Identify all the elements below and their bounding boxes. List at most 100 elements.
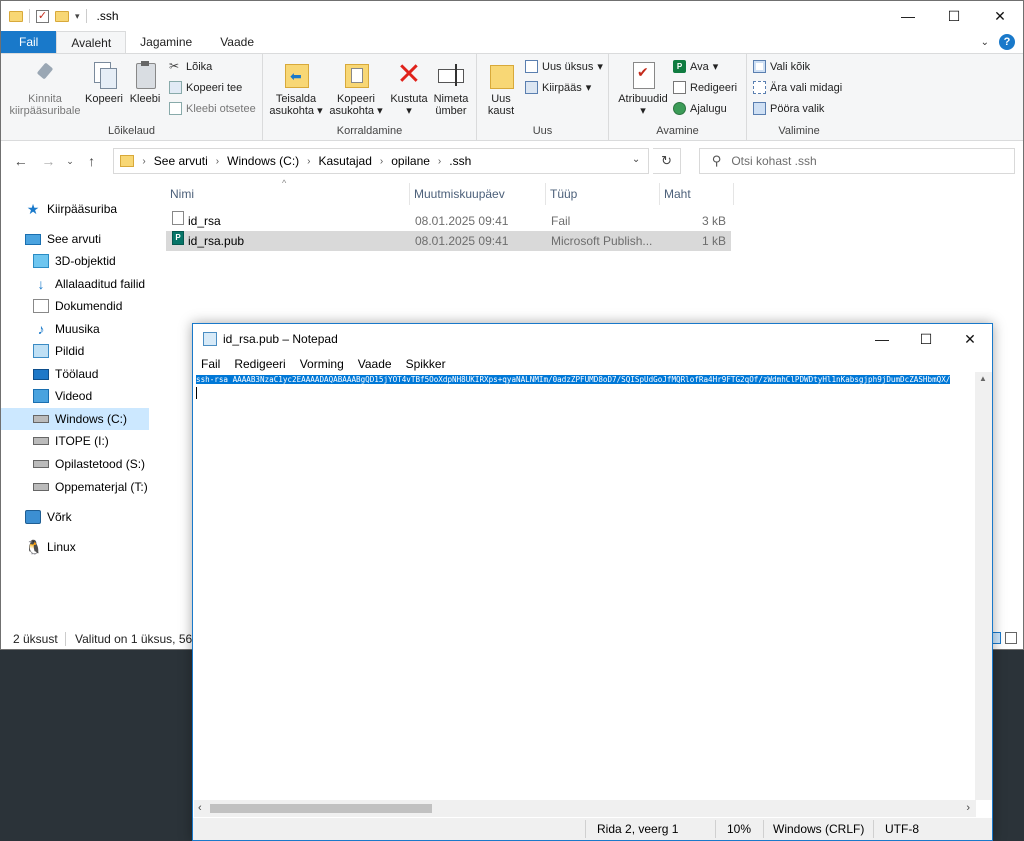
nav-item-oppematerjal-t[interactable]: Oppematerjal (T:) — [1, 476, 149, 498]
breadcrumb-ssh[interactable]: .ssh — [449, 154, 471, 168]
nav-item-3d-objects[interactable]: 3D-objektid — [1, 250, 149, 272]
nav-item-downloads[interactable]: ↓ Allalaaditud failid — [1, 273, 149, 295]
new-item-button[interactable]: Uus üksus ▾ — [525, 60, 603, 73]
history-button[interactable]: Ajalugu — [673, 102, 727, 115]
breadcrumb-drive-c[interactable]: Windows (C:) — [227, 154, 299, 168]
menu-file[interactable]: Fail — [201, 357, 220, 371]
linux-icon: 🐧 — [25, 539, 43, 555]
tab-share[interactable]: Jagamine — [126, 31, 206, 53]
chevron-right-icon[interactable]: › — [142, 156, 145, 167]
file-row-id-rsa[interactable]: id_rsa 08.01.2025 09:41 Fail 3 kB — [166, 211, 731, 231]
easy-access-button[interactable]: Kiirpääs ▾ — [525, 81, 591, 94]
invert-selection-button[interactable]: Pööra valik — [753, 102, 824, 115]
address-dropdown-chevron-icon[interactable]: ⌄ — [632, 154, 640, 165]
chevron-right-icon[interactable]: › — [438, 156, 441, 167]
maximize-button[interactable]: ☐ — [904, 324, 948, 354]
customize-qat-chevron-icon[interactable]: ▾ — [75, 11, 80, 22]
nav-item-label: Windows (C:) — [55, 412, 128, 426]
nav-item-music[interactable]: ♪ Muusika — [1, 318, 149, 340]
copy-label: Kopeeri — [85, 93, 123, 105]
nav-item-label: Kiirpääsuriba — [47, 202, 118, 216]
back-arrow-icon[interactable]: ← — [9, 153, 33, 169]
paste-button[interactable]: Kleebi — [127, 60, 163, 105]
status-divider — [873, 820, 874, 838]
up-arrow-icon[interactable]: ↑ — [80, 153, 104, 169]
minimize-button[interactable]: — — [860, 324, 904, 354]
menu-edit[interactable]: Redigeeri — [234, 357, 285, 371]
tab-file[interactable]: Fail — [1, 31, 57, 53]
nav-item-videos[interactable]: Videod — [1, 385, 149, 407]
nav-item-quick-access[interactable]: ★ Kiirpääsuriba — [1, 198, 149, 220]
nav-item-network[interactable]: Võrk — [1, 506, 149, 528]
nav-item-pictures[interactable]: Pildid — [1, 340, 149, 362]
nav-item-linux[interactable]: 🐧 Linux — [1, 536, 149, 558]
copy-to-button[interactable]: Kopeeri asukohta ▾ — [327, 60, 385, 117]
notepad-titlebar: id_rsa.pub – Notepad — ☐ ✕ — [193, 324, 992, 354]
copy-button[interactable]: Kopeeri — [83, 60, 125, 105]
nav-item-documents[interactable]: Dokumendid — [1, 295, 149, 317]
delete-button[interactable]: ✕ Kustuta ▾ — [389, 60, 429, 118]
column-header-name[interactable]: Nimi — [166, 183, 410, 205]
breadcrumb-users[interactable]: Kasutajad — [319, 154, 372, 168]
edit-button[interactable]: Redigeeri — [673, 81, 737, 94]
forward-arrow-icon[interactable]: → — [37, 153, 61, 169]
nav-item-itope-i[interactable]: ITOPE (I:) — [1, 430, 149, 452]
move-to-button[interactable]: Teisalda asukohta ▾ — [267, 60, 325, 117]
nav-item-this-pc[interactable]: See arvuti — [1, 228, 149, 250]
nav-item-opilastetood-s[interactable]: Opilastetood (S:) — [1, 453, 149, 475]
minimize-button[interactable]: — — [885, 1, 931, 31]
select-none-button[interactable]: Ära vali midagi — [753, 81, 842, 94]
refresh-icon[interactable]: ↻ — [653, 148, 681, 174]
ribbon: Kinnita kiirpääsuribale Kopeeri Kleebi ✂… — [1, 53, 1023, 141]
download-icon: ↓ — [37, 276, 45, 292]
pin-to-quick-access-button[interactable]: Kinnita kiirpääsuribale — [7, 60, 83, 117]
horizontal-scroll-thumb[interactable] — [210, 804, 432, 813]
menu-format[interactable]: Vorming — [300, 357, 344, 371]
expand-ribbon-chevron-icon[interactable]: ⌄ — [981, 37, 989, 48]
scroll-up-arrow-icon[interactable]: ▲ — [979, 374, 987, 383]
close-button[interactable]: ✕ — [977, 1, 1023, 31]
properties-button[interactable]: Atribuudid ▾ — [615, 60, 671, 117]
new-folder-icon[interactable] — [55, 10, 69, 22]
select-all-button[interactable]: Vali kõik — [753, 60, 810, 73]
search-box[interactable]: ⚲ Otsi kohast .ssh — [698, 148, 1015, 174]
cut-button[interactable]: ✂ Lõika — [169, 60, 212, 73]
file-row-id-rsa-pub[interactable]: P id_rsa.pub 08.01.2025 09:41 Microsoft … — [166, 231, 731, 251]
notepad-text-area[interactable]: ssh-rsa AAAAB3NzaC1yc2EAAAADAQABAAABgQD1… — [194, 372, 976, 800]
nav-item-label: Opilastetood (S:) — [55, 457, 146, 471]
copy-path-button[interactable]: Kopeeri tee — [169, 81, 242, 94]
column-header-type[interactable]: Tüüp — [546, 183, 660, 205]
horizontal-scrollbar[interactable]: ‹ › — [194, 800, 976, 817]
recent-locations-chevron-icon[interactable]: ⌄ — [64, 156, 76, 167]
column-header-size[interactable]: Maht — [660, 183, 734, 205]
breadcrumb-this-pc[interactable]: See arvuti — [154, 154, 208, 168]
tab-view[interactable]: Vaade — [206, 31, 268, 53]
chevron-right-icon[interactable]: › — [380, 156, 383, 167]
scroll-left-arrow-icon[interactable]: ‹ — [198, 802, 202, 814]
delete-label: Kustuta — [390, 93, 428, 105]
rename-button[interactable]: Nimeta ümber — [431, 60, 471, 117]
nav-item-windows-c[interactable]: Windows (C:) — [1, 408, 149, 430]
breadcrumb-opilane[interactable]: opilane — [391, 154, 430, 168]
new-folder-button[interactable]: Uus kaust — [481, 60, 521, 117]
chevron-right-icon[interactable]: › — [307, 156, 310, 167]
close-button[interactable]: ✕ — [948, 324, 992, 354]
address-bar-row: ← → ⌄ ↑ › See arvuti › Windows (C:) › Ka… — [1, 141, 1023, 181]
scroll-right-arrow-icon[interactable]: › — [966, 802, 970, 814]
paste-shortcut-button[interactable]: Kleebi otsetee — [169, 102, 256, 115]
maximize-button[interactable]: ☐ — [931, 1, 977, 31]
tab-home[interactable]: Avaleht — [56, 31, 127, 53]
menu-help[interactable]: Spikker — [406, 357, 446, 371]
open-button[interactable]: P Ava ▾ — [673, 60, 718, 73]
column-header-modified[interactable]: Muutmiskuupäev — [410, 183, 546, 205]
file-modified: 08.01.2025 09:41 — [415, 214, 509, 228]
nav-item-desktop[interactable]: Töölaud — [1, 363, 149, 385]
help-icon[interactable]: ? — [999, 34, 1015, 50]
vertical-scrollbar[interactable]: ▲ — [975, 372, 992, 800]
properties-check-icon[interactable]: ✓ — [36, 9, 49, 23]
large-icons-view-icon[interactable] — [1005, 632, 1017, 644]
nav-item-label: Videod — [55, 389, 93, 403]
chevron-right-icon[interactable]: › — [216, 156, 219, 167]
menu-view[interactable]: Vaade — [358, 357, 392, 371]
address-bar[interactable]: › See arvuti › Windows (C:) › Kasutajad … — [113, 148, 650, 174]
